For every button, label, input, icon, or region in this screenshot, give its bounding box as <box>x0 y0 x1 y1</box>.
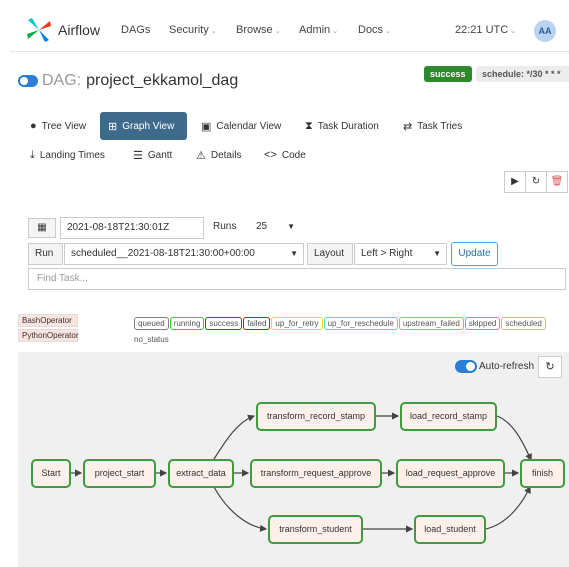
run-select[interactable]: scheduled__2021-08-18T21:30:00+00:00 ▼ <box>64 243 304 265</box>
base-date-input[interactable]: 2021-08-18T21:30:01Z <box>60 217 204 239</box>
chevron-down-icon: ⌄ <box>510 28 517 35</box>
landing-icon: ⤓ <box>30 148 35 161</box>
legend-status-up-for-reschedule[interactable]: up_for_reschedule <box>323 317 398 330</box>
legend-status-running[interactable]: running <box>169 317 205 330</box>
nav-browse[interactable]: Browse ⌄ <box>236 24 281 36</box>
find-task-input[interactable]: Find Task... <box>28 268 566 290</box>
airflow-brand[interactable]: Airflow <box>26 17 100 43</box>
legend-python-operator[interactable]: PythonOperator <box>18 329 78 342</box>
edge <box>485 485 531 530</box>
task-node-load-student[interactable]: load_student <box>414 515 486 544</box>
tab-landing-times[interactable]: ⤓ Landing Times <box>30 141 105 169</box>
trash-icon: 🗑 <box>550 176 564 187</box>
legend-status-failed[interactable]: failed <box>243 317 271 330</box>
airflow-logo-icon <box>27 18 51 42</box>
hourglass-icon: ⧗ <box>305 119 313 132</box>
status-legend: queued running success failed up_for_retry up… <box>134 313 554 344</box>
calendar-icon: ▣ <box>201 120 212 133</box>
layout-label: Layout <box>307 243 353 265</box>
update-button[interactable]: Update <box>451 242 498 266</box>
chevron-down-icon: ⌄ <box>332 28 339 35</box>
timezone-clock[interactable]: 22:21 UTC ⌄ <box>455 24 516 36</box>
dag-status-badge: success <box>424 66 472 82</box>
graph-filter-form: ▦ 2021-08-18T21:30:01Z Runs 25 ▼ Run sche… <box>28 216 566 290</box>
legend-status-up-for-retry[interactable]: up_for_retry <box>271 317 323 330</box>
tab-graph-view[interactable]: ⊞ Graph View <box>100 112 187 140</box>
code-icon: <> <box>264 149 277 161</box>
legend-status-scheduled[interactable]: scheduled <box>501 317 546 330</box>
legend-bash-operator[interactable]: BashOperator <box>18 314 78 327</box>
dag-prefix: DAG: <box>42 72 82 89</box>
play-icon: ▶ <box>511 176 519 187</box>
tab-tree-view[interactable]: ● Tree View <box>30 112 86 140</box>
delete-dag-button[interactable]: 🗑 <box>546 171 568 193</box>
nav-dags[interactable]: DAGs <box>121 24 150 36</box>
top-navbar: Airflow DAGs Security ⌄ Browse ⌄ Admin ⌄ Do… <box>10 9 569 52</box>
trigger-dag-button[interactable]: ▶ <box>504 171 526 193</box>
edge <box>213 414 256 460</box>
nav-admin[interactable]: Admin ⌄ <box>299 24 338 36</box>
edge <box>496 415 532 462</box>
dag-name: project_ekkamol_dag <box>86 72 239 89</box>
tab-code[interactable]: <> Code <box>264 141 306 169</box>
warning-icon: ⚠ <box>196 149 206 162</box>
task-node-start[interactable]: Start <box>31 459 71 488</box>
date-picker-button[interactable]: ▦ <box>28 218 56 238</box>
task-node-transform-student[interactable]: transform_student <box>268 515 363 544</box>
task-node-finish[interactable]: finish <box>520 459 565 488</box>
tab-details[interactable]: ⚠ Details <box>196 141 241 169</box>
chevron-down-icon: ▼ <box>287 222 295 231</box>
gantt-icon: ☰ <box>133 149 143 162</box>
graph-icon: ⊞ <box>108 120 118 133</box>
task-node-load-record-stamp[interactable]: load_record_stamp <box>400 402 497 431</box>
tab-task-tries[interactable]: ⇄ Task Tries <box>403 112 462 140</box>
task-node-transform-record-stamp[interactable]: transform_record_stamp <box>256 402 376 431</box>
schedule-badge: schedule: */30 * * * <box>476 66 569 82</box>
chevron-down-icon: ⌄ <box>274 28 281 35</box>
dag-graph-canvas[interactable]: Auto-refresh ↻ Start project_start extra… <box>18 352 569 567</box>
run-label: Run <box>28 243 63 265</box>
edge <box>213 486 268 532</box>
legend-status-success[interactable]: success <box>205 317 243 330</box>
chevron-down-icon: ⌄ <box>385 28 391 35</box>
task-node-load-request-approve[interactable]: load_request_approve <box>396 459 505 488</box>
nav-docs[interactable]: Docs ⌄ <box>358 24 391 36</box>
chevron-down-icon: ⌄ <box>210 28 217 35</box>
operator-legend: BashOperator PythonOperator <box>18 314 78 344</box>
dag-pause-toggle[interactable] <box>18 75 38 87</box>
task-node-project-start[interactable]: project_start <box>83 459 156 488</box>
tab-calendar-view[interactable]: ▣ Calendar View <box>201 112 281 140</box>
runs-label: Runs <box>213 221 237 232</box>
task-node-extract-data[interactable]: extract_data <box>168 459 234 488</box>
runs-select[interactable]: 25 ▼ <box>250 217 300 239</box>
brand-label: Airflow <box>58 22 101 38</box>
legend-status-skipped[interactable]: skipped <box>464 317 501 330</box>
dag-actions: ▶ ↻ 🗑 <box>504 171 568 193</box>
chevron-down-icon: ▼ <box>433 249 441 258</box>
tab-task-duration[interactable]: ⧗ Task Duration <box>305 112 379 140</box>
refresh-dag-button[interactable]: ↻ <box>525 171 547 193</box>
dag-title: DAG: project_ekkamol_dag <box>18 72 238 90</box>
chevron-down-icon: ▼ <box>290 249 298 258</box>
task-node-transform-request-approve[interactable]: transform_request_approve <box>250 459 382 488</box>
retry-icon: ⇄ <box>403 120 413 133</box>
layout-select[interactable]: Left > Right ▼ <box>354 243 447 265</box>
tab-gantt[interactable]: ☰ Gantt <box>133 141 172 169</box>
refresh-icon: ↻ <box>531 176 541 187</box>
legend-no-status: no_status <box>134 335 169 344</box>
nav-security[interactable]: Security ⌄ <box>169 24 217 36</box>
legend-status-upstream-failed[interactable]: upstream_failed <box>398 317 464 330</box>
calendar-icon: ▦ <box>37 222 47 233</box>
user-avatar[interactable]: AA <box>534 20 556 42</box>
tree-icon: ● <box>30 120 37 132</box>
legend-status-queued[interactable]: queued <box>134 317 169 330</box>
